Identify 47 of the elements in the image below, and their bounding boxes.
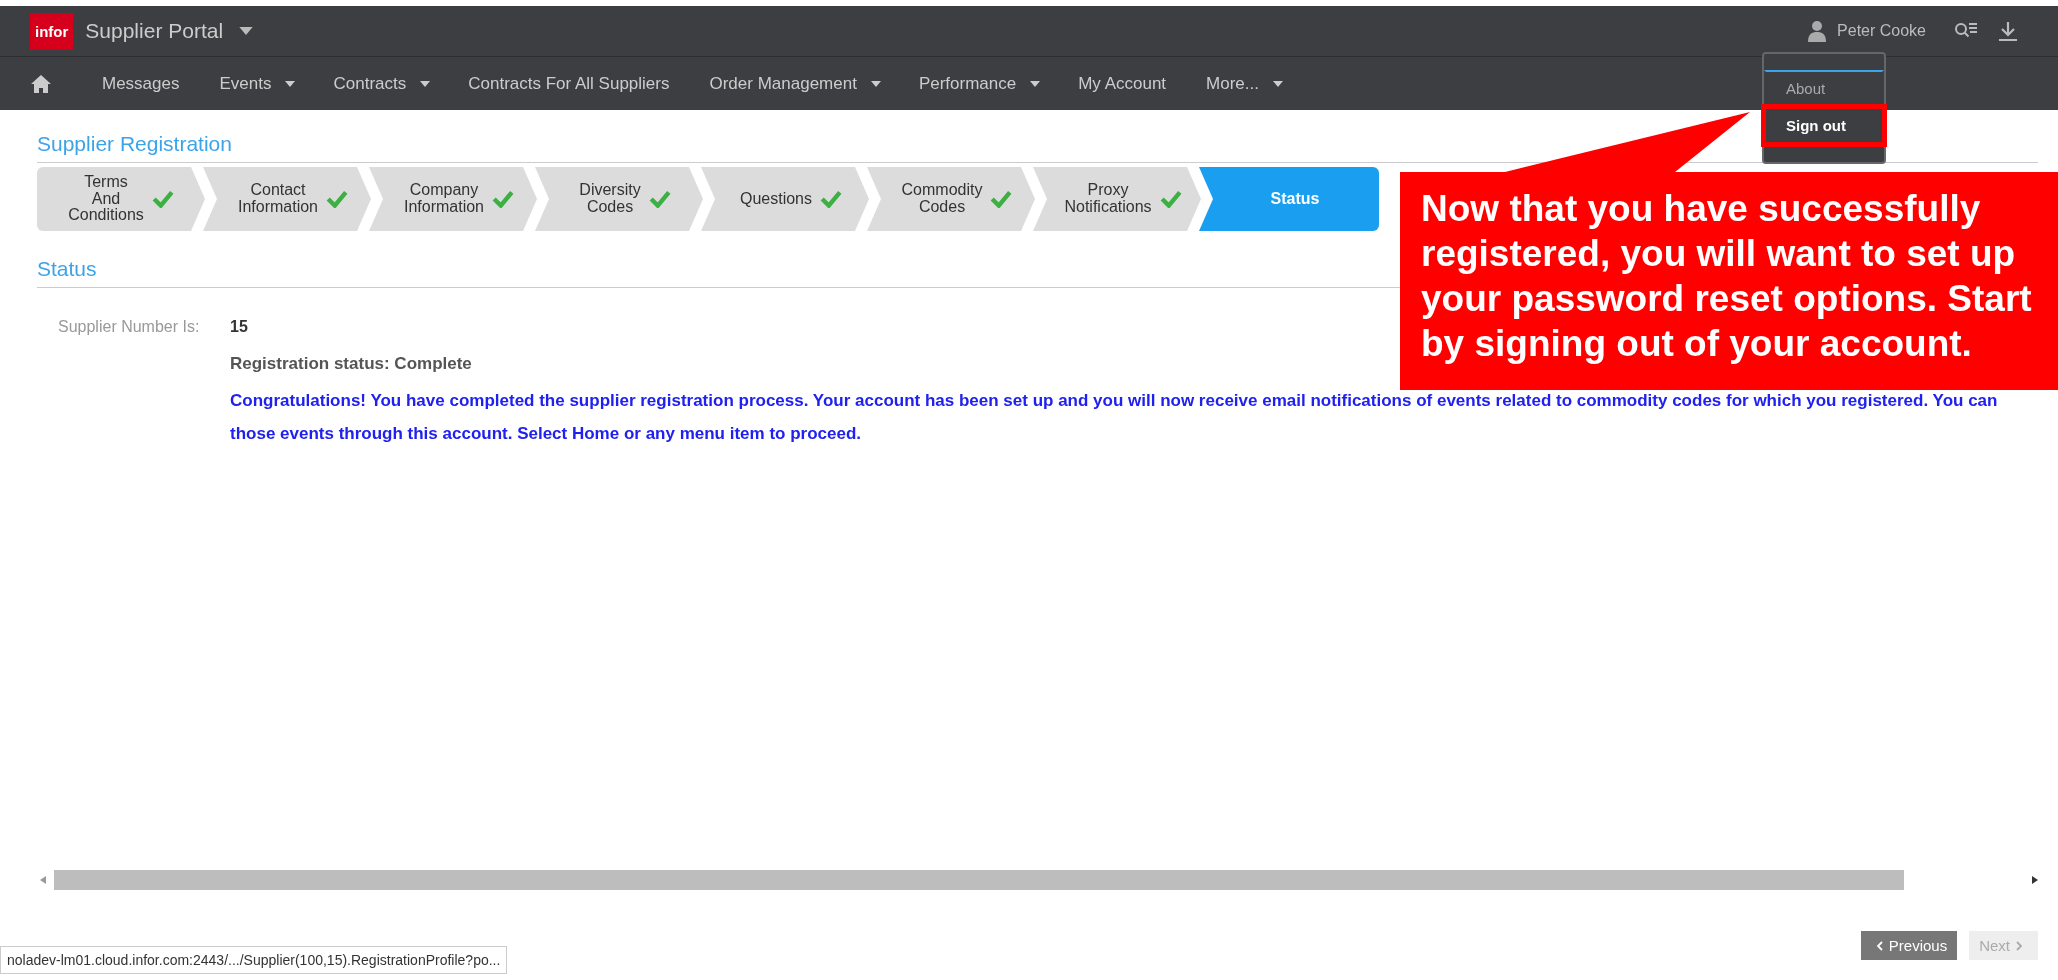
caret-icon[interactable]	[1030, 80, 1041, 87]
logo: infor	[30, 12, 74, 50]
caret-icon[interactable]	[239, 27, 254, 35]
download-icon[interactable]	[1996, 20, 2020, 42]
chevron-right-icon	[2016, 940, 2022, 951]
message-text: those events through this account. Select Home or any menu item to proceed.	[230, 423, 861, 445]
nav-item[interactable]: My Account	[1078, 73, 1167, 94]
wizard-step[interactable]: Contact Information	[203, 167, 371, 231]
status-url: noladev-lm01.cloud.infor.com:2443/.../Supplier(100,15).RegistrationProfile?po...	[0, 946, 508, 974]
chevron-left-icon	[1876, 940, 1883, 951]
wizard-step[interactable]: Questions	[701, 167, 869, 231]
check-icon	[151, 190, 174, 208]
caret-icon[interactable]	[1273, 80, 1283, 87]
wizard-step[interactable]: Terms And Conditions	[37, 167, 205, 231]
field-label: Supplier Number Is:	[58, 318, 201, 336]
horizontal-scrollbar[interactable]	[40, 869, 2038, 891]
message-text: Congratulations! You have completed the supplier registration process. Your account has been set up and you will now receive email notifications of events related to commodity codes for which you registered. You can	[230, 390, 1998, 412]
caret-icon[interactable]	[420, 80, 431, 87]
check-icon	[326, 190, 348, 208]
previous-button[interactable]: Previous	[1860, 931, 1958, 960]
wizard-step[interactable]: Diversity Codes	[535, 167, 703, 231]
wizard-step[interactable]: Proxy Notifications	[1033, 167, 1201, 231]
supplier-number: 15	[230, 318, 248, 336]
check-icon	[492, 190, 514, 208]
nav-item[interactable]: Order Management	[709, 73, 857, 94]
home-icon[interactable]	[30, 73, 52, 94]
nav-item[interactable]: Contracts For All Suppliers	[468, 73, 670, 94]
user-icon[interactable]	[1807, 20, 1828, 42]
check-icon	[648, 190, 671, 208]
caret-icon[interactable]	[870, 80, 881, 87]
check-icon	[990, 190, 1013, 208]
check-icon	[820, 190, 842, 208]
nav-item[interactable]: Contracts	[333, 73, 407, 94]
nav-item[interactable]: More...	[1206, 73, 1259, 94]
nav-item[interactable]: Messages	[102, 73, 180, 94]
app-title[interactable]: Supplier Portal	[85, 19, 224, 43]
caret-icon[interactable]	[285, 80, 296, 87]
registration-status: Registration status: Complete	[230, 354, 472, 374]
nav-item[interactable]: Events	[219, 73, 272, 94]
check-icon	[1159, 190, 1182, 208]
scroll-right-icon[interactable]	[2032, 876, 2038, 884]
wizard-step[interactable]: Company Information	[369, 167, 537, 231]
wizard-step[interactable]: Commodity Codes	[867, 167, 1035, 231]
menu-item[interactable]: About	[1764, 70, 1884, 107]
user-name[interactable]: Peter Cooke	[1837, 22, 1926, 40]
scroll-left-icon[interactable]	[40, 876, 46, 884]
nav-item[interactable]: Performance	[918, 73, 1017, 94]
